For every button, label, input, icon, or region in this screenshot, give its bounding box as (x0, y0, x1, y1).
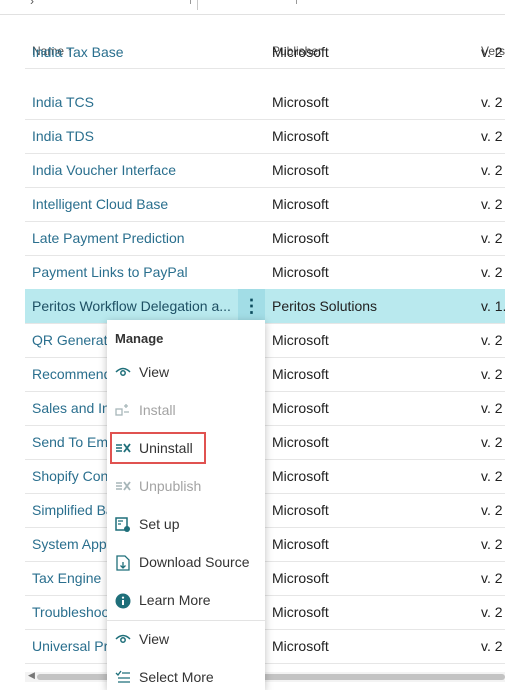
extension-version: v. 2 (481, 366, 503, 382)
download-source-icon (114, 555, 132, 571)
extension-version: v. 2 (481, 162, 503, 178)
eye-icon (114, 365, 132, 381)
extension-version: v. 2 (481, 264, 503, 280)
menu-item-download-source[interactable]: Download Source (107, 546, 265, 580)
extension-publisher: Microsoft (272, 264, 329, 280)
extension-publisher: Microsoft (272, 468, 329, 484)
extension-publisher: Microsoft (272, 570, 329, 586)
table-row[interactable]: India Voucher Interface Microsoft v. 2 (25, 153, 505, 188)
menu-item-view[interactable]: View (107, 356, 265, 390)
extension-version: v. 2 (481, 502, 503, 518)
extension-version: v. 1. (481, 298, 505, 314)
extension-version: v. 2 (481, 332, 503, 348)
extension-version: v. 2 (481, 638, 503, 654)
extension-name-link[interactable]: Tax Engine (32, 570, 101, 586)
table-row[interactable]: Tax Engine Microsoft v. 2 (25, 561, 505, 596)
menu-title: Manage (115, 331, 164, 346)
extension-name-link[interactable]: India TDS (32, 128, 94, 144)
extension-publisher: Microsoft (272, 196, 329, 212)
extension-name-link[interactable]: Late Payment Prediction (32, 230, 185, 246)
table-row[interactable]: Sales and Inventory Microsoft v. 2 (25, 391, 505, 426)
table-row[interactable]: Recommendations Microsoft v. 2 (25, 357, 505, 392)
table-row-selected[interactable]: Peritos Workflow Delegation a... ⋮ Perit… (25, 289, 505, 324)
uninstall-highlight-box (110, 432, 206, 464)
table-row[interactable]: Payment Links to PayPal Microsoft v. 2 (25, 255, 505, 290)
toolbar-fragment (190, 0, 191, 4)
table-row[interactable]: India Tax Base Microsoft v. 2 (25, 44, 505, 69)
extension-version: v. 2 (481, 128, 503, 144)
extension-version: v. 2 (481, 196, 503, 212)
extension-publisher: Microsoft (272, 604, 329, 620)
table-row[interactable]: Late Payment Prediction Microsoft v. 2 (25, 221, 505, 256)
extension-publisher: Microsoft (272, 128, 329, 144)
extension-version: v. 2 (481, 44, 503, 60)
table-row[interactable]: Shopify Connector Microsoft v. 2 (25, 459, 505, 494)
toolbar-fragment (296, 0, 297, 4)
horizontal-scrollbar[interactable]: ◀ (25, 670, 505, 682)
extension-publisher: Microsoft (272, 366, 329, 382)
table-row[interactable]: Send To Email Microsoft v. 2 (25, 425, 505, 460)
extension-name-link[interactable]: Peritos Workflow Delegation a... (32, 298, 232, 314)
table-row[interactable]: QR Generator Microsoft v. 2 (25, 323, 505, 358)
eye-icon (114, 632, 132, 648)
extension-publisher: Microsoft (272, 44, 329, 60)
extension-name-link[interactable]: India Voucher Interface (32, 162, 176, 178)
table-row[interactable]: India TDS Microsoft v. 2 (25, 119, 505, 154)
top-toolbar: › (0, 0, 505, 15)
extension-publisher: Microsoft (272, 536, 329, 552)
extension-name-link[interactable]: Payment Links to PayPal (32, 264, 188, 280)
table-row[interactable]: Troubleshooting Microsoft v. 2 (25, 595, 505, 630)
menu-item-view-2[interactable]: View (107, 623, 265, 657)
extension-version: v. 2 (481, 434, 503, 450)
extension-publisher: Microsoft (272, 94, 329, 110)
menu-item-unpublish: Unpublish (107, 470, 265, 504)
extension-version: v. 2 (481, 570, 503, 586)
extension-publisher: Microsoft (272, 162, 329, 178)
extension-name-link[interactable]: Intelligent Cloud Base (32, 196, 168, 212)
extension-name-link[interactable]: India TCS (32, 94, 94, 110)
row-context-menu: Manage View Install Uninstall Unpublish … (107, 320, 265, 690)
toolbar-back-icon[interactable]: › (30, 0, 38, 8)
table-row[interactable]: Simplified Bank Microsoft v. 2 (25, 493, 505, 528)
menu-item-install: Install (107, 394, 265, 428)
select-more-icon (114, 670, 132, 686)
unpublish-icon (114, 479, 132, 495)
extension-publisher: Microsoft (272, 502, 329, 518)
extension-version: v. 2 (481, 230, 503, 246)
extension-name-link[interactable]: India Tax Base (32, 44, 124, 60)
menu-divider (107, 620, 265, 621)
menu-item-setup[interactable]: Set up (107, 508, 265, 542)
extension-version: v. 2 (481, 94, 503, 110)
info-icon (114, 593, 132, 609)
extension-publisher: Microsoft (272, 434, 329, 450)
extension-publisher: Microsoft (272, 638, 329, 654)
table-row[interactable]: India TCS Microsoft v. 2 (25, 85, 505, 120)
menu-item-learn-more[interactable]: Learn More (107, 584, 265, 618)
table-row[interactable]: Intelligent Cloud Base Microsoft v. 2 (25, 187, 505, 222)
extension-version: v. 2 (481, 536, 503, 552)
setup-icon (114, 517, 132, 533)
extension-version: v. 2 (481, 400, 503, 416)
extension-publisher: Microsoft (272, 230, 329, 246)
menu-item-select-more[interactable]: Select More (107, 661, 265, 690)
toolbar-divider (197, 0, 198, 10)
extension-version: v. 2 (481, 604, 503, 620)
extension-version: v. 2 (481, 468, 503, 484)
extension-publisher: Peritos Solutions (272, 298, 378, 314)
extension-publisher: Microsoft (272, 400, 329, 416)
extension-publisher: Microsoft (272, 332, 329, 348)
install-icon (114, 403, 132, 419)
row-actions-kebab-icon[interactable]: ⋮ (238, 289, 265, 323)
table-row[interactable]: Universal Print Microsoft v. 2 (25, 629, 505, 664)
scroll-left-icon[interactable]: ◀ (28, 670, 35, 681)
table-row[interactable]: System Application Microsoft v. 2 (25, 527, 505, 562)
